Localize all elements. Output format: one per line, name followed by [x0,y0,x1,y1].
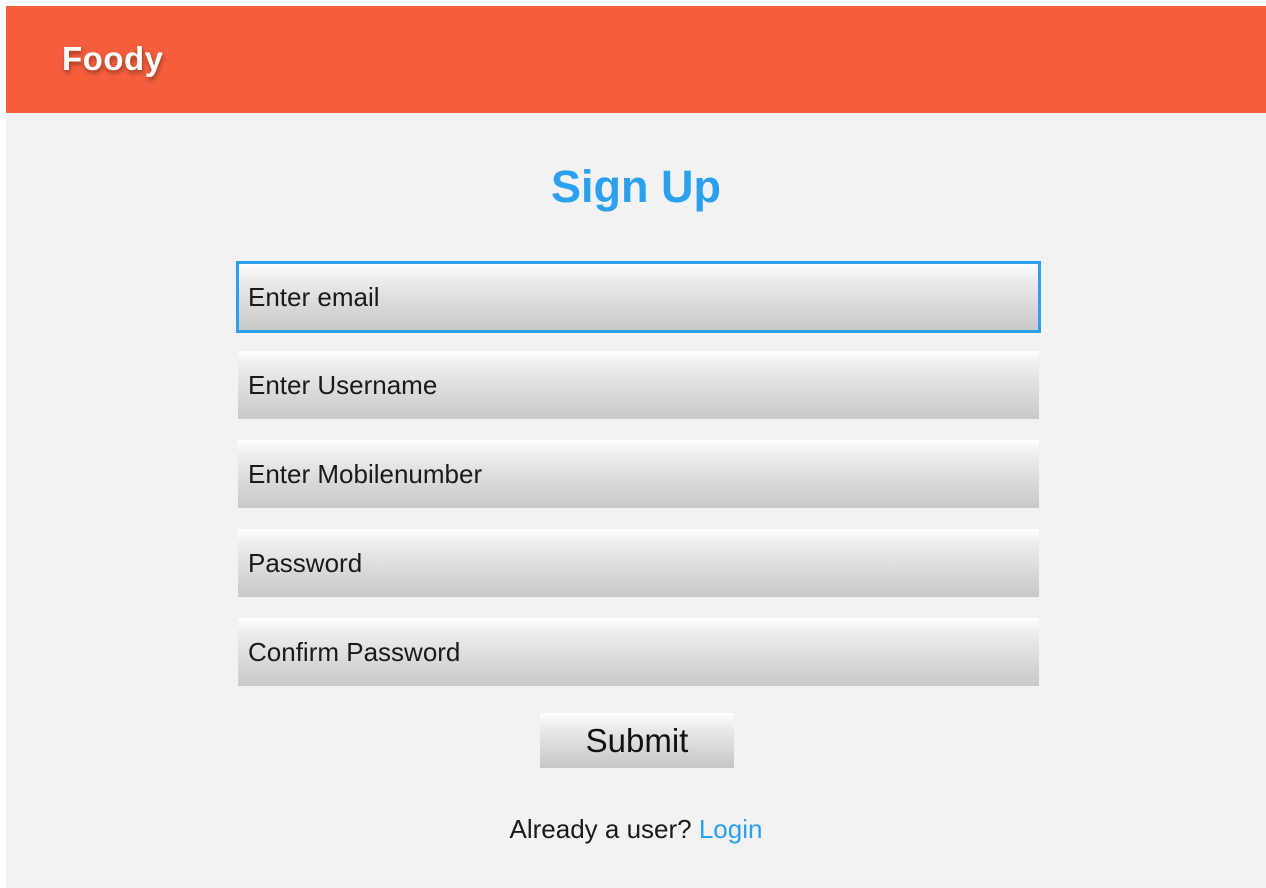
page-title: Sign Up [551,161,721,212]
username-field[interactable] [238,351,1039,419]
app-title: Foody [62,40,164,77]
login-prompt: Already a user? Login [6,814,1266,845]
mobile-number-field[interactable] [238,440,1039,508]
confirm-password-field[interactable] [238,618,1039,686]
email-field[interactable] [236,261,1041,333]
app-screen: Foody Sign Up Submit Already a user? Log… [6,6,1266,888]
login-link[interactable]: Login [699,814,763,844]
app-bar: Foody [6,6,1266,113]
password-field[interactable] [238,529,1039,597]
submit-button[interactable]: Submit [540,713,734,768]
login-prompt-text: Already a user? [509,814,699,844]
